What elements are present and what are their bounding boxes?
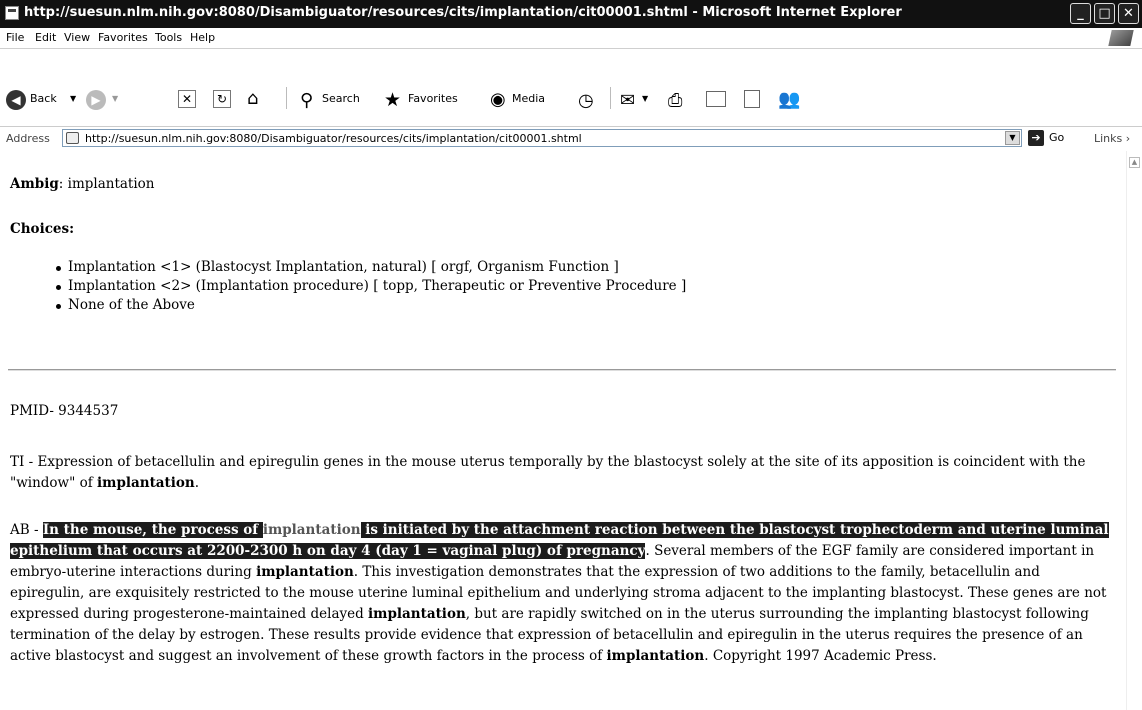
favorites-star-icon: ★	[384, 89, 402, 111]
toolbar-separator	[610, 87, 611, 109]
menu-help[interactable]: Help	[190, 31, 215, 44]
go-label: Go	[1049, 131, 1065, 144]
discuss-icon	[744, 90, 760, 108]
horizontal-rule	[8, 369, 1116, 371]
ie-window-icon[interactable]	[5, 6, 19, 20]
choices-heading: Choices:	[10, 221, 75, 237]
stop-icon: ✕	[178, 90, 196, 108]
ambig-label: Ambig	[10, 176, 59, 192]
stop-button[interactable]: ✕	[178, 86, 198, 112]
forward-button[interactable]: ▶ ▼	[86, 86, 130, 112]
back-arrow-icon: ◀	[6, 90, 26, 110]
window-title: http://suesun.nlm.nih.gov:8080/Disambigu…	[24, 5, 902, 20]
title-bar: http://suesun.nlm.nih.gov:8080/Disambigu…	[0, 0, 1142, 28]
print-button[interactable]: ⎙	[668, 86, 692, 112]
forward-arrow-icon: ▶	[86, 90, 106, 110]
address-label: Address	[6, 132, 50, 145]
menu-file[interactable]: File	[6, 31, 24, 44]
ambig-line: Ambig: implantation	[10, 176, 154, 192]
go-button[interactable]: ➔ Go	[1028, 129, 1074, 147]
history-icon: ◷	[578, 90, 594, 111]
highlighted-term: implantation	[368, 606, 466, 622]
highlighted-term: implantation	[606, 648, 705, 664]
ab-text: . Copyright 1997 Academic Press.	[704, 648, 937, 664]
links-button[interactable]: Links ›	[1094, 132, 1130, 145]
abstract-paragraph: AB - In the mouse, the process of implan…	[10, 520, 1114, 667]
go-arrow-icon: ➔	[1028, 130, 1044, 146]
home-icon: ⌂	[247, 88, 259, 109]
menu-bar: File Edit View Favorites Tools Help	[0, 28, 1142, 49]
mail-dropdown-icon[interactable]: ▼	[642, 86, 648, 112]
search-label: Search	[322, 92, 360, 105]
home-button[interactable]: ⌂	[247, 86, 271, 112]
back-label: Back	[30, 92, 57, 105]
media-label: Media	[512, 92, 546, 105]
print-icon: ⎙	[668, 90, 683, 111]
refresh-icon: ↻	[213, 90, 231, 108]
address-input[interactable]: http://suesun.nlm.nih.gov:8080/Disambigu…	[62, 129, 1022, 147]
messenger-button[interactable]: 👥	[778, 86, 808, 112]
edit-page-icon	[706, 91, 726, 107]
title-line: TI - Expression of betacellulin and epir…	[10, 452, 1110, 494]
menu-favorites[interactable]: Favorites	[98, 31, 148, 44]
highlighted-term: implantation	[97, 475, 195, 491]
highlighted-term: implantation	[262, 522, 361, 538]
toolbar-separator	[286, 87, 287, 109]
selected-text-1: In the mouse, the process of	[42, 522, 263, 538]
menu-edit[interactable]: Edit	[35, 31, 56, 44]
address-bar: Address http://suesun.nlm.nih.gov:8080/D…	[0, 126, 1142, 152]
discuss-button[interactable]	[744, 86, 766, 112]
close-button[interactable]: ✕	[1118, 3, 1139, 24]
mail-button[interactable]: ✉ ▼	[620, 86, 660, 112]
choice-item[interactable]: Implantation <2> (Implantation procedure…	[55, 277, 686, 296]
forward-dropdown-icon[interactable]: ▼	[112, 86, 118, 112]
links-label: Links	[1094, 132, 1123, 145]
page-icon	[66, 132, 79, 144]
mail-icon: ✉	[620, 90, 636, 111]
media-button[interactable]: ◉ Media	[490, 86, 560, 112]
ab-prefix: AB -	[10, 522, 43, 538]
pmid-line: PMID- 9344537	[10, 403, 119, 419]
edit-button[interactable]	[706, 86, 730, 112]
maximize-button[interactable]: □	[1094, 3, 1115, 24]
favorites-label: Favorites	[408, 92, 458, 105]
menu-view[interactable]: View	[64, 31, 90, 44]
refresh-button[interactable]: ↻	[213, 86, 233, 112]
vertical-scrollbar[interactable]: ▲	[1126, 151, 1142, 710]
ambig-value: : implantation	[58, 176, 155, 192]
menu-tools[interactable]: Tools	[155, 31, 182, 44]
search-icon: ⚲	[300, 90, 314, 111]
media-icon: ◉	[490, 89, 506, 110]
address-url: http://suesun.nlm.nih.gov:8080/Disambigu…	[85, 132, 582, 145]
minimize-button[interactable]: _	[1070, 3, 1091, 24]
page-content: Ambig: implantation Choices: Implantatio…	[0, 151, 1126, 710]
messenger-people-icon: 👥	[778, 89, 801, 110]
back-button[interactable]: ◀ Back ▼	[6, 86, 82, 112]
choices-list: Implantation <1> (Blastocyst Implantatio…	[10, 258, 686, 315]
scroll-up-arrow-icon[interactable]: ▲	[1129, 157, 1140, 168]
back-dropdown-icon[interactable]: ▼	[70, 86, 76, 112]
windows-logo-icon	[1108, 30, 1134, 46]
favorites-button[interactable]: ★ Favorites	[384, 86, 468, 112]
history-button[interactable]: ◷	[578, 86, 600, 112]
search-button[interactable]: ⚲ Search	[300, 86, 370, 112]
standard-toolbar: ◀ Back ▼ ▶ ▼ ✕ ↻ ⌂ ⚲ Search ★ Favorites …	[0, 49, 1142, 127]
ti-suffix: .	[194, 475, 200, 491]
choice-item[interactable]: None of the Above	[55, 296, 686, 315]
address-dropdown-icon[interactable]: ▼	[1005, 131, 1020, 145]
highlighted-term: implantation	[256, 564, 354, 580]
choice-item[interactable]: Implantation <1> (Blastocyst Implantatio…	[55, 258, 686, 277]
